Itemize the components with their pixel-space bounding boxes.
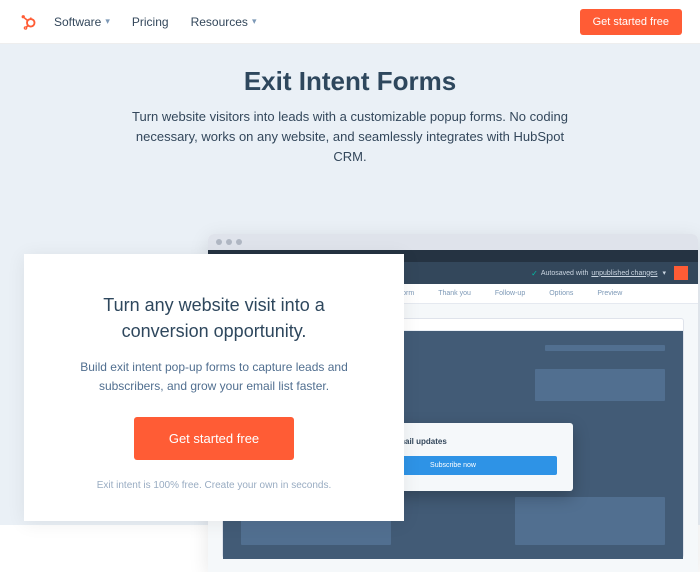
card-footnote: Exit intent is 100% free. Create your ow… bbox=[58, 480, 370, 491]
get-started-main-button[interactable]: Get started free bbox=[134, 417, 294, 460]
chevron-down-icon: ▾ bbox=[252, 16, 257, 27]
tab[interactable]: Thank you bbox=[438, 290, 471, 297]
card-body: Build exit intent pop-up forms to captur… bbox=[58, 358, 370, 395]
nav-resources[interactable]: Resources▾ bbox=[191, 15, 257, 29]
nav-software[interactable]: Software▾ bbox=[54, 15, 110, 29]
check-icon: ✓ bbox=[531, 269, 538, 278]
tab[interactable]: Options bbox=[549, 290, 573, 297]
tab[interactable]: Follow-up bbox=[495, 290, 525, 297]
mac-window-bar bbox=[208, 234, 698, 250]
nav-links: Software▾ Pricing Resources▾ bbox=[54, 15, 256, 29]
card-title: Turn any website visit into a conversion… bbox=[58, 292, 370, 344]
page-title: Exit Intent Forms bbox=[30, 66, 670, 97]
hero-section: Exit Intent Forms Turn website visitors … bbox=[0, 44, 700, 525]
tab[interactable]: Preview bbox=[597, 290, 622, 297]
promo-card: Turn any website visit into a conversion… bbox=[24, 254, 404, 521]
unpublished-changes-link[interactable]: unpublished changes bbox=[591, 270, 657, 277]
get-started-top-button[interactable]: Get started free bbox=[580, 9, 682, 35]
action-button[interactable] bbox=[674, 266, 688, 280]
hubspot-logo-icon bbox=[18, 13, 36, 31]
nav-pricing[interactable]: Pricing bbox=[132, 15, 169, 29]
autosave-status: ✓ Autosaved with unpublished changes ▾ bbox=[531, 269, 666, 278]
page-subtitle: Turn website visitors into leads with a … bbox=[120, 107, 580, 167]
top-nav: Software▾ Pricing Resources▾ Get started… bbox=[0, 0, 700, 44]
chevron-down-icon: ▾ bbox=[105, 16, 110, 27]
